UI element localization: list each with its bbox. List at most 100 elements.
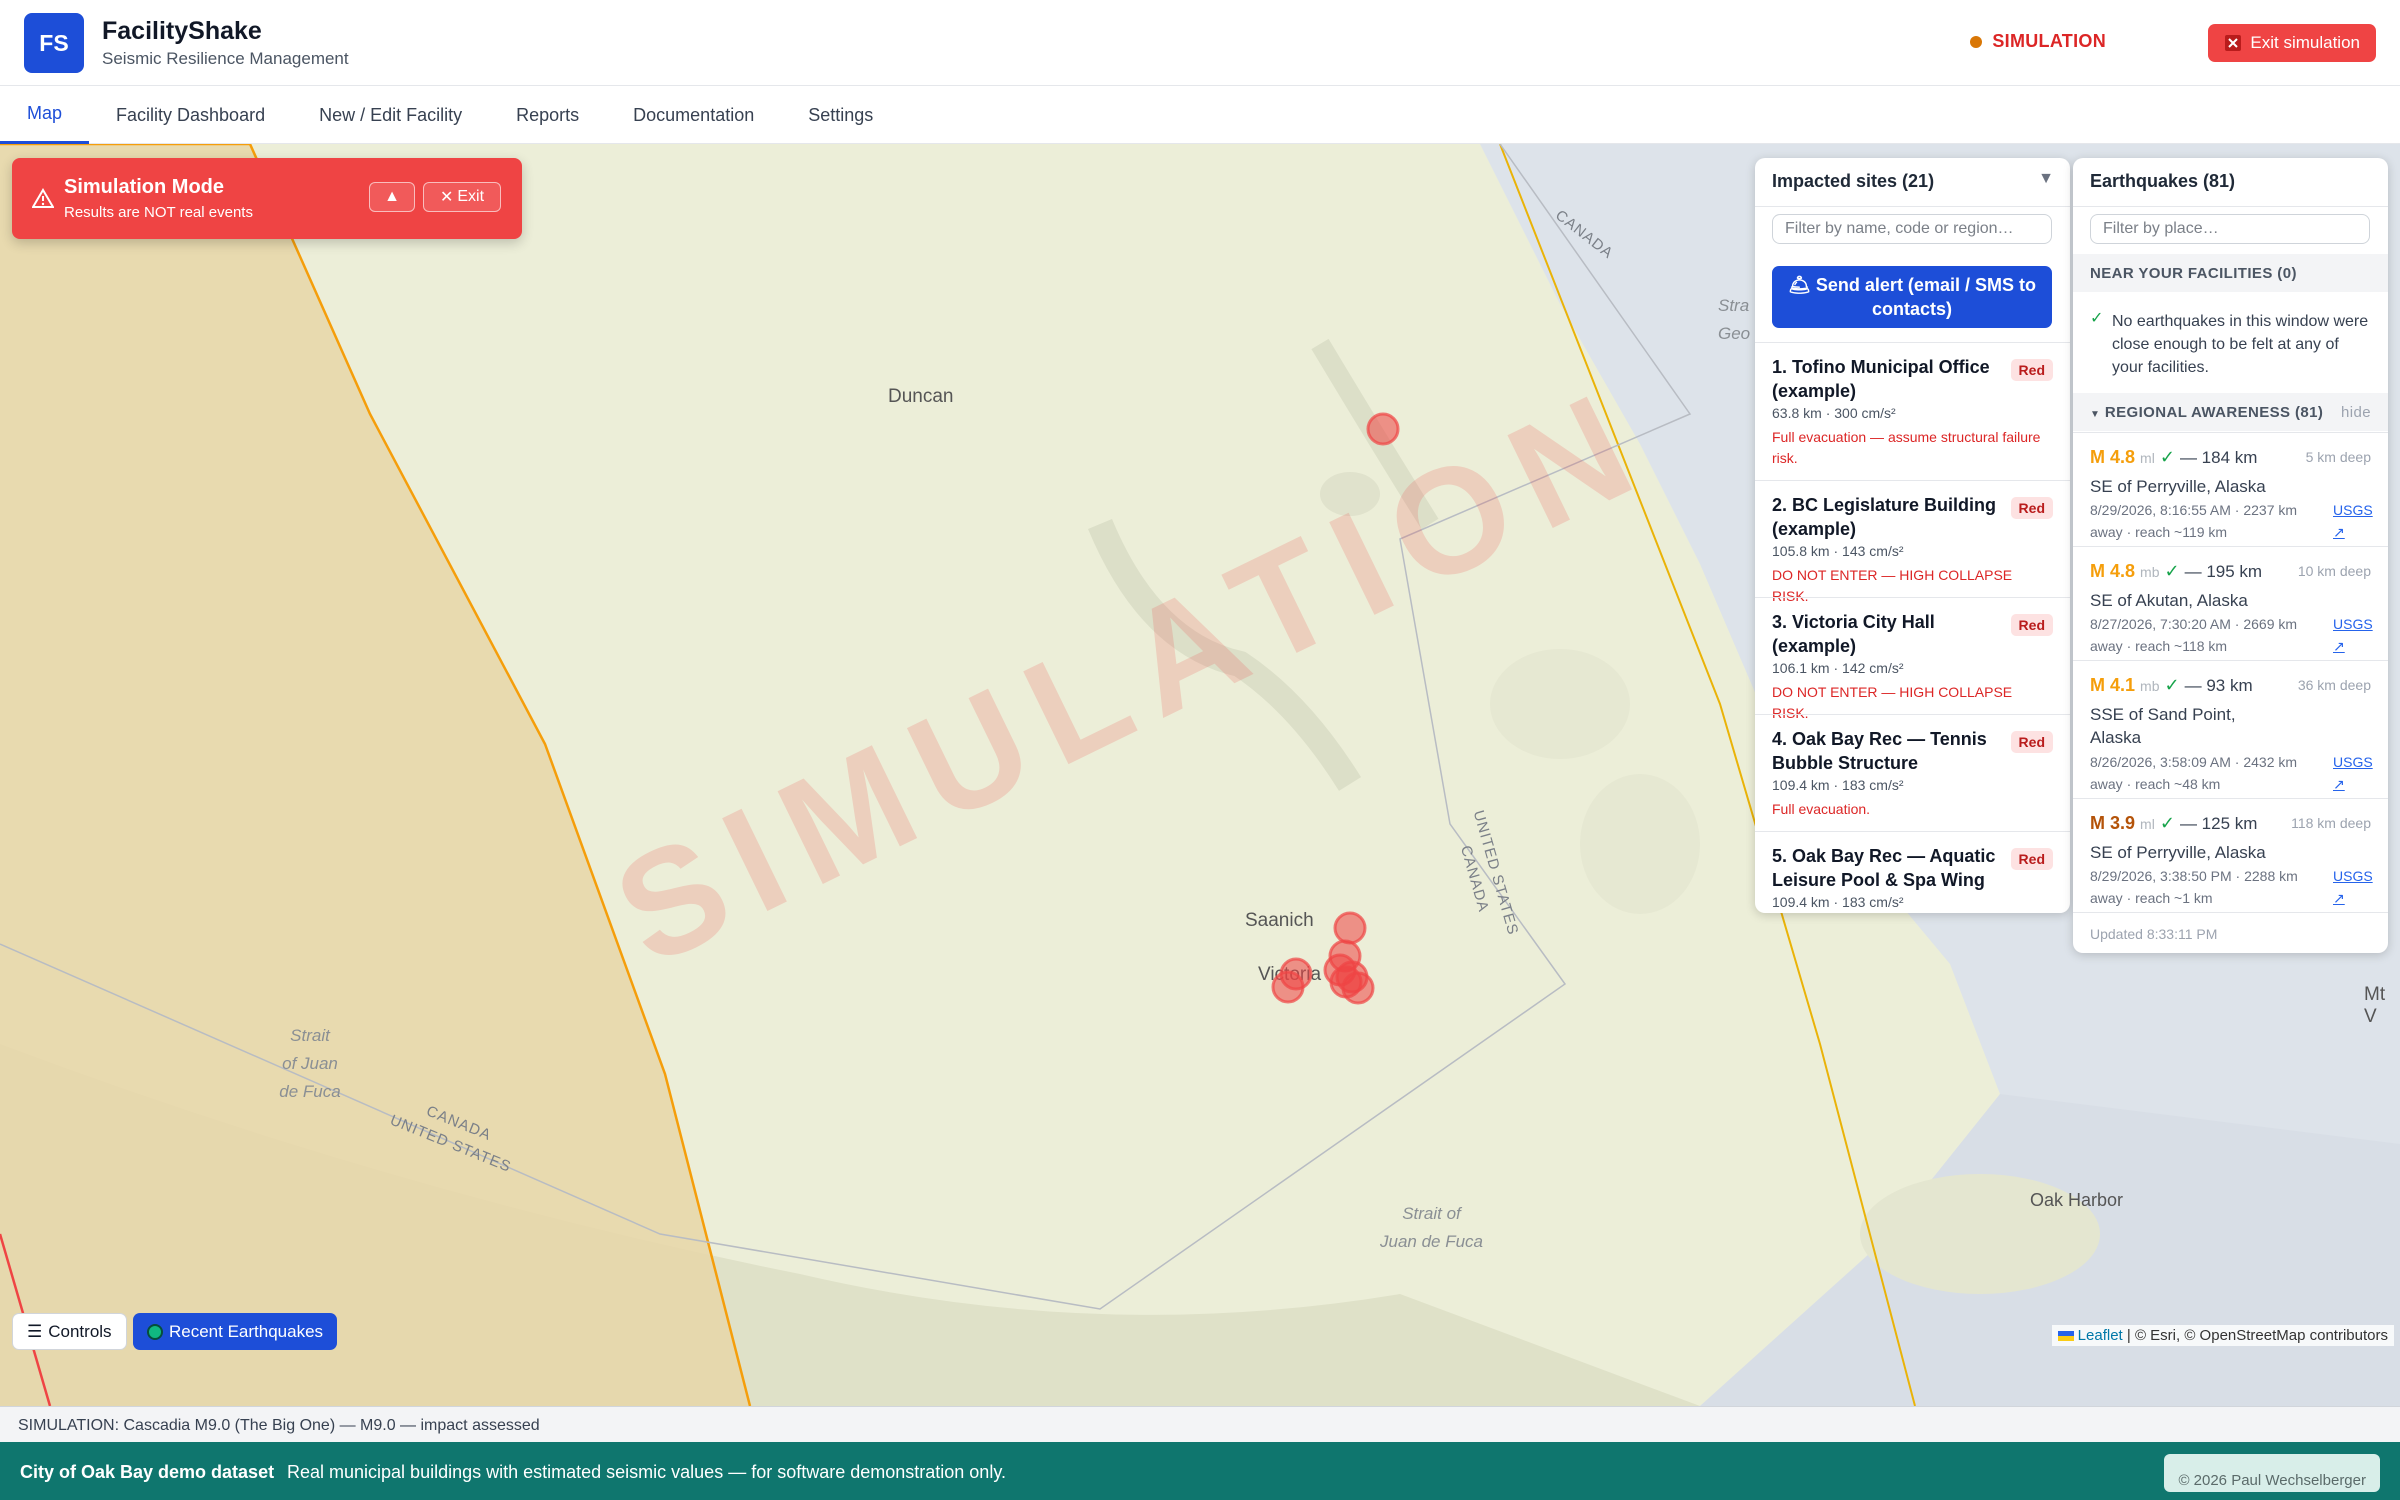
earthquake-item[interactable]: M 4.1 mb ✓ — 93 km 36 km deep SSE of San… xyxy=(2073,660,2388,798)
app-logo: FS xyxy=(24,13,84,73)
footer-title: City of Oak Bay demo dataset xyxy=(20,1462,275,1482)
simulation-indicator: SIMULATION xyxy=(1970,31,2106,52)
updated-timestamp: Updated 8:33:11 PM xyxy=(2090,926,2218,942)
magnitude-type: ml xyxy=(2140,450,2155,466)
impacted-site-item[interactable]: 4. Oak Bay Rec — Tennis Bubble Structure… xyxy=(1755,714,2070,831)
globe-icon xyxy=(147,1323,163,1340)
site-meta: 63.8 km · 300 cm/s² xyxy=(1772,405,1896,421)
facility-marker[interactable] xyxy=(1366,412,1400,446)
magnitude: M 4.1 xyxy=(2090,675,2136,695)
magnitude: M 4.8 xyxy=(2090,561,2136,581)
site-name: 3. Victoria City Hall (example) xyxy=(1772,612,1935,656)
event-time: 8/26/2026, 3:58:09 AM · 2432 km away · r… xyxy=(2090,754,2298,792)
impacted-sites-filter-input[interactable] xyxy=(1772,214,2052,244)
menu-icon: ☰ xyxy=(27,1321,43,1341)
severity-badge: Red xyxy=(2010,731,2053,753)
earthquake-item[interactable]: M 4.8 mb ✓ — 195 km 10 km deep SE of Aku… xyxy=(2073,546,2388,660)
panel-toggle-icon[interactable]: ▼ xyxy=(2038,170,2054,188)
earthquake-summary: M 4.1 mb ✓ — 93 km xyxy=(2090,675,2253,696)
tab-reports[interactable]: Reports xyxy=(489,86,606,144)
controls-label: Controls xyxy=(48,1321,112,1341)
divider xyxy=(2073,206,2388,207)
tab-new-edit-facility[interactable]: New / Edit Facility xyxy=(292,86,489,144)
tab-settings[interactable]: Settings xyxy=(781,86,900,144)
controls-button[interactable]: ☰ Controls xyxy=(12,1313,127,1350)
impacted-sites-panel: Impacted sites (21) ▼ 🛎 Send alert (emai… xyxy=(1755,158,2070,913)
usgs-link[interactable]: USGS ↗ xyxy=(2333,499,2373,543)
exit-banner-button[interactable]: ✕ Exit xyxy=(423,182,501,212)
recent-earthquakes-button[interactable]: Recent Earthquakes xyxy=(133,1313,338,1350)
earthquakes-panel: Earthquakes (81) NEAR YOUR FACILITIES (0… xyxy=(2073,158,2388,953)
event-time: 8/29/2026, 3:38:50 PM · 2288 km away · r… xyxy=(2090,868,2298,906)
usgs-link[interactable]: USGS ↗ xyxy=(2333,751,2373,795)
distance: — 93 km xyxy=(2184,676,2253,695)
send-alert-button[interactable]: 🛎 Send alert (email / SMS to contacts) xyxy=(1772,266,2052,328)
check-icon: ✓ xyxy=(2090,310,2104,327)
site-meta: 106.1 km · 142 cm/s² xyxy=(1772,660,1904,676)
app-title: FacilityShake xyxy=(102,17,262,45)
simulation-banner-title: Simulation Mode xyxy=(64,176,224,198)
magnitude: M 4.8 xyxy=(2090,447,2136,467)
distance: — 195 km xyxy=(2184,562,2263,581)
divider xyxy=(2073,912,2388,913)
earthquake-summary: M 3.9 ml ✓ — 125 km xyxy=(2090,813,2257,834)
status-bar: SIMULATION: Cascadia M9.0 (The Big One) … xyxy=(0,1406,2400,1442)
app-header: FS FacilityShake Seismic Resilience Mana… xyxy=(0,0,2400,86)
recent-earthquakes-label: Recent Earthquakes xyxy=(169,1321,324,1341)
site-meta: 105.8 km · 143 cm/s² xyxy=(1772,543,1904,559)
exit-banner-label: Exit xyxy=(457,188,485,205)
tab-map[interactable]: Map xyxy=(0,86,90,144)
collapse-banner-button[interactable]: ▲ xyxy=(369,182,415,212)
leaflet-link[interactable]: Leaflet xyxy=(2078,1327,2123,1344)
earthquakes-title: Earthquakes (81) xyxy=(2090,171,2236,191)
distance: — 184 km xyxy=(2179,448,2258,467)
severity-badge: Red xyxy=(2010,497,2053,519)
facility-marker[interactable] xyxy=(1271,970,1305,1004)
impacted-site-item[interactable]: 3. Victoria City Hall (example) Red 106.… xyxy=(1755,597,2070,721)
send-alert-label: Send alert (email / SMS to contacts) xyxy=(1815,275,2036,319)
check-icon: ✓ xyxy=(2159,813,2175,833)
facility-marker[interactable] xyxy=(1341,971,1375,1005)
severity-badge: Red xyxy=(2010,359,2053,381)
divider xyxy=(1755,206,2070,207)
status-dot-icon xyxy=(1970,35,1983,48)
site-name: 5. Oak Bay Rec — Aquatic Leisure Pool & … xyxy=(1772,846,1996,890)
magnitude: M 3.9 xyxy=(2090,813,2136,833)
caret-down-icon: ▼ xyxy=(2090,409,2101,420)
place: SE of Perryville, Alaska xyxy=(2090,477,2266,496)
simulation-mode-banner: Simulation Mode Results are NOT real eve… xyxy=(12,158,522,239)
earthquake-item[interactable]: M 3.9 ml ✓ — 125 km 118 km deep SE of Pe… xyxy=(2073,798,2388,912)
earthquakes-filter-input[interactable] xyxy=(2090,214,2370,244)
hide-regional-link[interactable]: hide xyxy=(2341,404,2371,421)
depth: 36 km deep xyxy=(2297,677,2371,693)
severity-badge: Red xyxy=(2010,848,2053,870)
close-icon: ✕ xyxy=(439,189,454,206)
impacted-site-item[interactable]: 5. Oak Bay Rec — Aquatic Leisure Pool & … xyxy=(1755,831,2070,913)
usgs-link[interactable]: USGS ↗ xyxy=(2333,865,2373,909)
simulation-banner-subtitle: Results are NOT real events xyxy=(64,204,253,221)
event-time: 8/27/2026, 7:30:20 AM · 2669 km away · r… xyxy=(2090,616,2298,654)
place: SSE of Sand Point, Alaska xyxy=(2090,705,2236,747)
regional-awareness-header[interactable]: ▼ REGIONAL AWARENESS (81) hide xyxy=(2073,393,2388,431)
warning-icon xyxy=(32,188,54,208)
magnitude-type: mb xyxy=(2140,564,2160,580)
footer-copyright: © 2026 Paul Wechselberger xyxy=(2164,1454,2380,1492)
check-icon: ✓ xyxy=(2164,561,2180,581)
tab-facility-dashboard[interactable]: Facility Dashboard xyxy=(89,86,292,144)
earthquake-item[interactable]: M 4.8 ml ✓ — 184 km 5 km deep SE of Perr… xyxy=(2073,432,2388,546)
ukraine-flag-icon xyxy=(2057,1331,2074,1342)
earthquake-summary: M 4.8 mb ✓ — 195 km xyxy=(2090,561,2262,582)
impacted-site-item[interactable]: 2. BC Legislature Building (example) Red… xyxy=(1755,480,2070,604)
facility-marker[interactable] xyxy=(1333,911,1367,945)
magnitude-type: ml xyxy=(2140,816,2155,832)
tab-documentation[interactable]: Documentation xyxy=(606,86,781,144)
regional-awareness-title: REGIONAL AWARENESS (81) xyxy=(2104,404,2324,421)
impacted-site-item[interactable]: 1. Tofino Municipal Office (example) Red… xyxy=(1755,342,2070,472)
check-icon: ✓ xyxy=(2159,447,2175,467)
simulation-indicator-label: SIMULATION xyxy=(1992,31,2106,51)
usgs-link[interactable]: USGS ↗ xyxy=(2333,613,2373,657)
exit-simulation-button[interactable]: Exit simulation xyxy=(2208,24,2376,62)
near-facilities-header: NEAR YOUR FACILITIES (0) xyxy=(2073,254,2388,292)
check-icon: ✓ xyxy=(2164,675,2180,695)
depth: 10 km deep xyxy=(2297,563,2371,579)
